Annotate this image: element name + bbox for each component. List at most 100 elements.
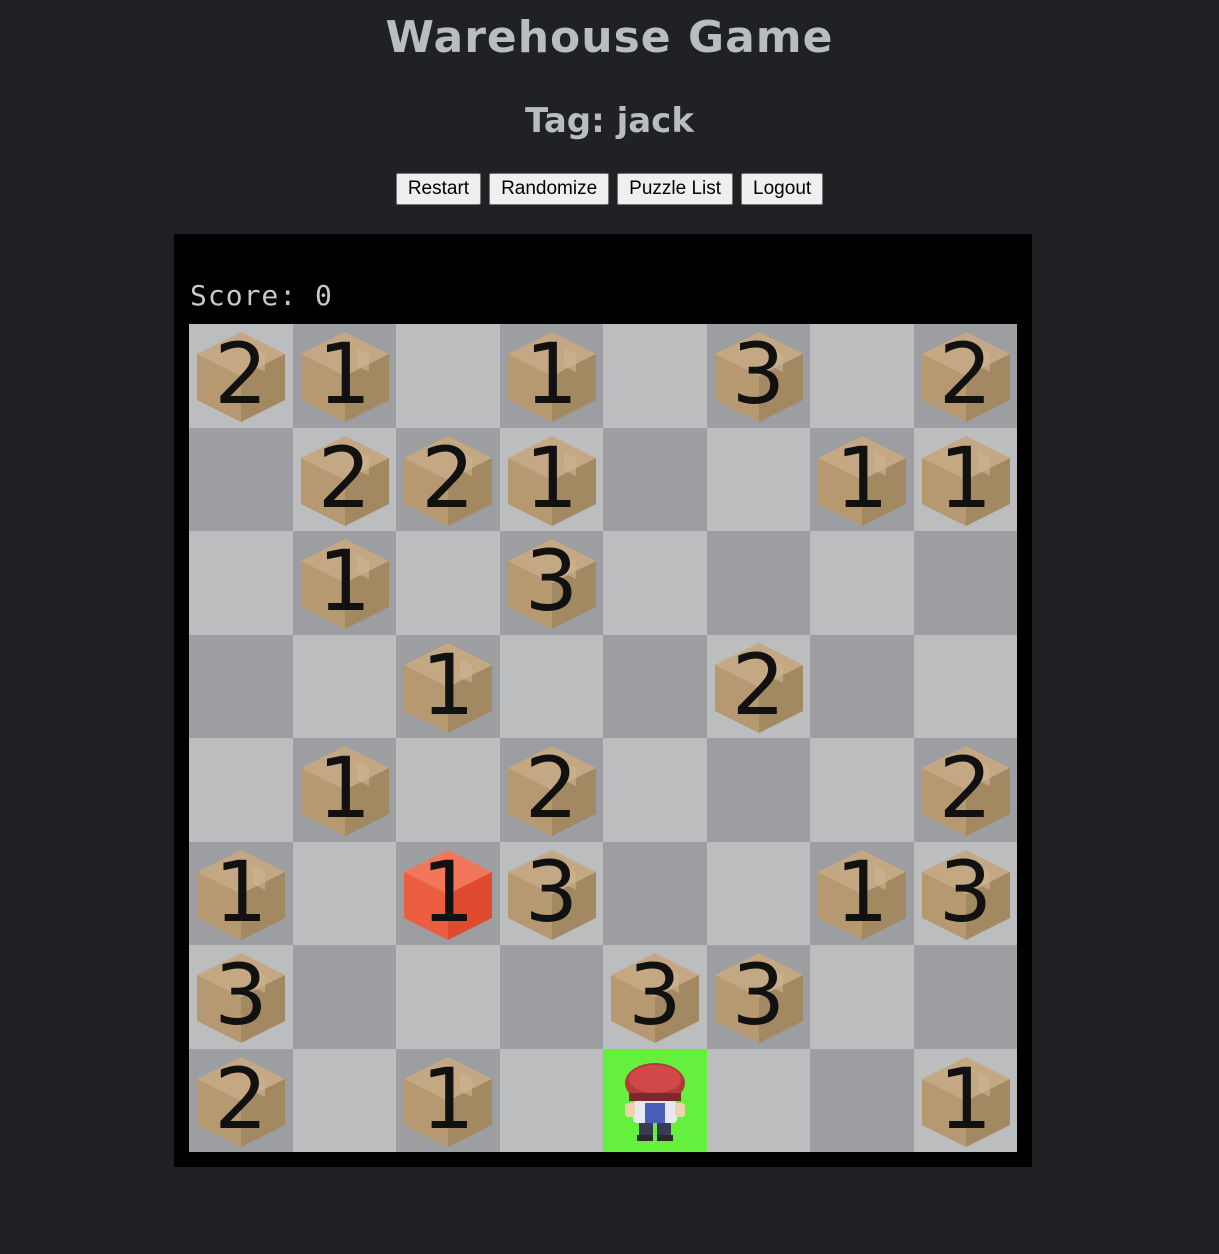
box[interactable]: 1 (918, 432, 1014, 528)
board-cell[interactable] (706, 738, 810, 842)
game-board[interactable]: 2113222111131212211313333211 (189, 324, 1017, 1152)
puzzle-list-button[interactable]: Puzzle List (617, 173, 734, 205)
box[interactable]: 2 (918, 328, 1014, 424)
board-cell[interactable]: 1 (810, 427, 914, 531)
restart-button[interactable]: Restart (395, 173, 482, 205)
box-number: 1 (835, 842, 889, 941)
board-cell[interactable]: 2 (706, 634, 810, 738)
box[interactable]: 1 (400, 1053, 496, 1149)
box[interactable]: 3 (711, 328, 807, 424)
board-cell[interactable] (396, 324, 500, 428)
box[interactable]: 2 (193, 328, 289, 424)
board-cell[interactable] (706, 531, 810, 635)
board-cell[interactable] (810, 531, 914, 635)
randomize-button[interactable]: Randomize (489, 173, 610, 205)
board-cell[interactable]: 2 (913, 324, 1017, 428)
board-cell[interactable] (810, 945, 914, 1049)
board-cell[interactable] (810, 1048, 914, 1152)
box[interactable]: 3 (918, 846, 1014, 942)
box[interactable]: 2 (400, 432, 496, 528)
board-cell[interactable] (292, 841, 396, 945)
board-cell[interactable]: 1 (396, 841, 500, 945)
board-cell[interactable] (499, 634, 603, 738)
board-cell[interactable] (810, 634, 914, 738)
box[interactable]: 3 (504, 535, 600, 631)
board-cell[interactable] (603, 531, 707, 635)
board-cell[interactable]: 1 (292, 531, 396, 635)
board-cell[interactable] (603, 324, 707, 428)
board-cell[interactable] (810, 738, 914, 842)
box[interactable]: 2 (504, 742, 600, 838)
board-cell[interactable]: 1 (189, 841, 293, 945)
box[interactable]: 1 (814, 846, 910, 942)
board-cell[interactable] (603, 738, 707, 842)
box[interactable]: 1 (297, 742, 393, 838)
board-cell[interactable]: 2 (499, 738, 603, 842)
board-cell[interactable]: 3 (189, 945, 293, 1049)
board-cell[interactable]: 3 (499, 531, 603, 635)
box[interactable]: 1 (400, 639, 496, 735)
board-cell[interactable]: 3 (706, 324, 810, 428)
board-cell[interactable]: 2 (292, 427, 396, 531)
box[interactable]: 1 (918, 1053, 1014, 1149)
box[interactable]: 1 (504, 328, 600, 424)
board-cell[interactable]: 1 (913, 427, 1017, 531)
box[interactable]: 2 (193, 1053, 289, 1149)
board-cell[interactable]: 2 (396, 427, 500, 531)
board-cell[interactable]: 3 (499, 841, 603, 945)
board-cell[interactable] (189, 738, 293, 842)
board-cell[interactable] (706, 1048, 810, 1152)
board-cell[interactable] (706, 841, 810, 945)
board-cell[interactable] (913, 634, 1017, 738)
board-cell[interactable] (189, 531, 293, 635)
board-cell[interactable]: 1 (913, 1048, 1017, 1152)
board-cell[interactable]: 1 (292, 324, 396, 428)
box[interactable]: 2 (918, 742, 1014, 838)
board-cell[interactable] (292, 634, 396, 738)
box-number: 1 (524, 325, 579, 423)
board-cell[interactable] (292, 1048, 396, 1152)
board-cell[interactable]: 1 (292, 738, 396, 842)
box[interactable]: 3 (711, 949, 807, 1045)
box[interactable]: 1 (297, 328, 393, 424)
board-cell[interactable] (603, 1048, 707, 1152)
board-cell[interactable] (499, 945, 603, 1049)
box[interactable]: 1 (297, 535, 393, 631)
board-cell[interactable] (189, 634, 293, 738)
board-cell[interactable]: 1 (396, 1048, 500, 1152)
board-cell[interactable] (603, 841, 707, 945)
board-cell[interactable]: 1 (499, 427, 603, 531)
board-cell[interactable] (810, 324, 914, 428)
board-cell[interactable] (396, 738, 500, 842)
box[interactable]: 3 (504, 846, 600, 942)
board-cell[interactable] (603, 634, 707, 738)
box[interactable]: 2 (711, 639, 807, 735)
logout-button[interactable]: Logout (741, 173, 824, 205)
board-cell[interactable] (913, 945, 1017, 1049)
box-number: 2 (938, 739, 993, 837)
board-cell[interactable]: 3 (913, 841, 1017, 945)
board-cell[interactable] (499, 1048, 603, 1152)
board-cell[interactable]: 1 (396, 634, 500, 738)
box[interactable]: 3 (607, 949, 703, 1045)
board-cell[interactable] (189, 427, 293, 531)
board-cell[interactable] (396, 945, 500, 1049)
board-cell[interactable]: 3 (603, 945, 707, 1049)
board-cell[interactable]: 3 (706, 945, 810, 1049)
board-cell[interactable] (913, 531, 1017, 635)
board-cell[interactable]: 2 (913, 738, 1017, 842)
board-cell[interactable]: 1 (810, 841, 914, 945)
box[interactable]: 1 (504, 432, 600, 528)
board-cell[interactable] (603, 427, 707, 531)
box[interactable]: 1 (193, 846, 289, 942)
board-cell[interactable] (396, 531, 500, 635)
board-cell[interactable]: 2 (189, 324, 293, 428)
board-cell[interactable]: 2 (189, 1048, 293, 1152)
box[interactable]: 3 (193, 949, 289, 1045)
highlighted-box[interactable]: 1 (400, 846, 496, 942)
board-cell[interactable] (292, 945, 396, 1049)
box[interactable]: 2 (297, 432, 393, 528)
board-cell[interactable] (706, 427, 810, 531)
box[interactable]: 1 (814, 432, 910, 528)
board-cell[interactable]: 1 (499, 324, 603, 428)
